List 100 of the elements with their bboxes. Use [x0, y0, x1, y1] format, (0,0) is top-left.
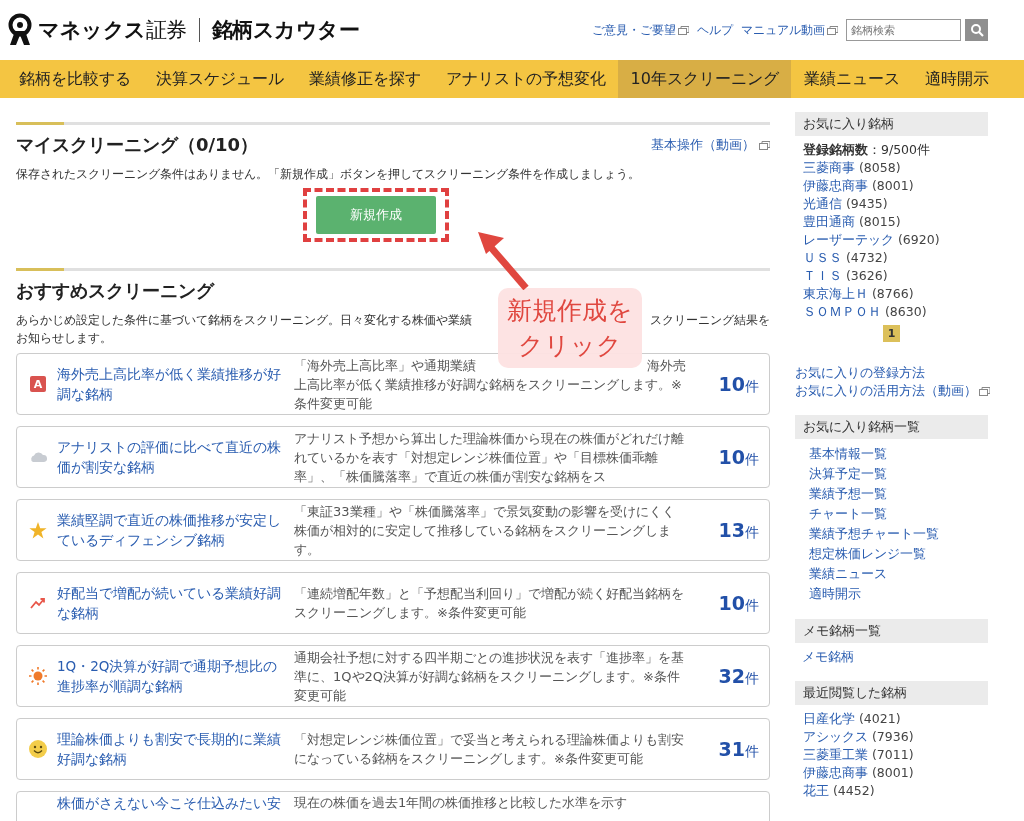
count-unit: 件	[745, 596, 759, 613]
stock-link[interactable]: 伊藤忠商事	[803, 178, 868, 193]
stock-code: (4732)	[846, 250, 888, 265]
screening-description: 「東証33業種」や「株価騰落率」で景気変動の影響を受けにくく株価が相対的に安定して推移している銘柄をスクリーニングします。	[294, 502, 676, 559]
stock-link[interactable]: 光通信	[803, 196, 842, 211]
count-unit: 件	[745, 742, 759, 759]
page-number[interactable]: 1	[883, 325, 900, 342]
search-button[interactable]	[965, 19, 988, 41]
empty-message: 保存されたスクリーニング条件はありません。「新規作成」ボタンを押してスクリーニング条件を作成しましょう。	[16, 166, 641, 183]
sidebar-link[interactable]: 決算予定一覧	[809, 466, 887, 481]
nav-tab[interactable]: 業績修正を探す	[296, 60, 433, 98]
nav-tab[interactable]: 業績ニュース	[791, 60, 913, 98]
screening-title-link[interactable]: 好配当で増配が続いている業績好調な銘柄	[57, 583, 282, 623]
nav-tab[interactable]: 銘柄を比較する	[6, 60, 143, 98]
stock-code: (8001)	[872, 178, 914, 193]
stock-link[interactable]: ＴＩＳ	[803, 268, 842, 283]
sidebar-link[interactable]: 想定株価レンジ一覧	[809, 546, 926, 561]
screening-card[interactable]: 理論株価よりも割安で長期的に業績好調な銘柄 「対想定レンジ株価位置」で妥当と考えられる理論株価よりも割安になっている銘柄をスクリーニングします。※条件変更可能 31件	[16, 718, 770, 780]
result-count: 13	[718, 518, 745, 541]
product-name: 銘柄スカウター	[211, 17, 359, 44]
screening-title-link[interactable]: 株価がさえない今こそ仕込みたい安	[57, 793, 282, 813]
header-link[interactable]: ヘルプ	[697, 21, 733, 39]
nav-tab[interactable]: 適時開示	[912, 60, 1002, 98]
sidebar-heading: メモ銘柄一覧	[795, 619, 988, 643]
screening-description: 「海外売上高比率」や通期業績	[294, 356, 476, 375]
stock-code: (4452)	[833, 783, 875, 798]
stock-link[interactable]: 日産化学	[803, 711, 855, 726]
screening-title-link[interactable]: アナリストの評価に比べて直近の株価が割安な銘柄	[57, 437, 282, 477]
smiley-icon	[29, 740, 47, 758]
count-unit: 件	[745, 450, 759, 467]
screening-card[interactable]: 1Q・2Q決算が好調で通期予想比の進捗率が順調な銘柄 通期会社予想に対する四半期ごとの進捗状況を表す「進捗率」を基準に、1Qや2Q決算が好調な銘柄をスクリーニングします。※条件変更可能 32件	[16, 645, 770, 707]
stock-code: (7011)	[872, 747, 914, 762]
stock-code: (8001)	[872, 765, 914, 780]
result-count: 31	[718, 737, 745, 760]
callout-note: 新規作成を クリック	[498, 288, 642, 368]
sidebar-heading: お気に入り銘柄一覧	[795, 415, 988, 439]
screening-title-link[interactable]: 海外売上高比率が低く業績推移が好調な銘柄	[57, 364, 282, 404]
stock-code: (8766)	[872, 286, 914, 301]
sidebar-heading: 最近閲覧した銘柄	[795, 681, 988, 705]
screening-description: 現在の株価を過去1年間の株価推移と比較した水準を示す	[294, 794, 629, 812]
stock-link[interactable]: レーザーテック	[803, 232, 894, 247]
nav-tab[interactable]: アナリストの予想変化	[433, 60, 618, 98]
screening-description: 「連続増配年数」と「予想配当利回り」で増配が続く好配当銘柄をスクリーニングします。※条件変更可能	[294, 585, 685, 622]
screening-card[interactable]: 好配当で増配が続いている業績好調な銘柄 「連続増配年数」と「予想配当利回り」で増配が続く好配当銘柄をスクリーニングします。※条件変更可能 10件	[16, 572, 770, 634]
screening-title-link[interactable]: 理論株価よりも割安で長期的に業績好調な銘柄	[57, 729, 282, 769]
nav-tab[interactable]: 決算スケジュール	[143, 60, 296, 98]
sidebar-heading: お気に入り銘柄	[795, 112, 988, 136]
sidebar-link[interactable]: 基本情報一覧	[809, 446, 887, 461]
stock-code: (6920)	[898, 232, 940, 247]
section-title: マイスクリーニング（0/10）	[16, 133, 259, 157]
stock-link[interactable]: 花王	[803, 783, 829, 798]
cloud-icon	[28, 450, 48, 464]
screening-description: 通期会社予想に対する四半期ごとの進捗状況を表す「進捗率」を基準に、1Qや2Q決算が好調な銘柄をスクリーニングします。※条件変更可能	[294, 648, 685, 705]
screening-description: 上高比率が低く業績推移が好調な銘柄をスクリーニングします。※条件変更可能	[294, 375, 683, 413]
help-link[interactable]: お気に入りの登録方法	[795, 365, 925, 380]
stock-link[interactable]: 豊田通商	[803, 214, 855, 229]
screening-title-link[interactable]: 業績堅調で直近の株価推移が安定しているディフェンシブ銘柄	[57, 510, 282, 550]
header-link[interactable]: ご意見・ご要望	[592, 21, 689, 39]
search-field[interactable]: 銘柄検索	[846, 19, 961, 41]
sidebar-link[interactable]: チャート一覧	[809, 506, 887, 521]
stock-link[interactable]: 東京海上Ｈ	[803, 286, 868, 301]
intro-text: お知らせします。	[16, 330, 112, 347]
result-count: 10	[718, 591, 745, 614]
stock-code: (4021)	[859, 711, 901, 726]
nav-tab[interactable]: 10年スクリーニング	[618, 60, 792, 98]
search-icon	[969, 23, 984, 37]
sidebar-link[interactable]: 業績予想一覧	[809, 486, 887, 501]
sidebar-link[interactable]: 業績予想チャート一覧	[809, 526, 939, 541]
stock-link[interactable]: 伊藤忠商事	[803, 765, 868, 780]
screening-card[interactable]: 株価がさえない今こそ仕込みたい安 現在の株価を過去1年間の株価推移と比較した水準を示す	[16, 791, 770, 821]
stock-link[interactable]: ＳＯＭＰＯＨ	[803, 304, 881, 319]
count-unit: 件	[745, 669, 759, 686]
stock-link[interactable]: 三菱重工業	[803, 747, 868, 762]
sidebar-link[interactable]: 業績ニュース	[809, 566, 887, 581]
sun-icon	[29, 667, 47, 685]
trend-up-icon	[30, 596, 46, 610]
stock-code: (8015)	[859, 214, 901, 229]
screening-description: 「対想定レンジ株価位置」で妥当と考えられる理論株価よりも割安になっている銘柄をスクリーニングします。※条件変更可能	[294, 731, 685, 768]
pointer-arrow	[478, 232, 529, 290]
stock-link[interactable]: アシックス	[803, 729, 868, 744]
sidebar-link[interactable]: メモ銘柄	[802, 649, 854, 664]
stock-link[interactable]: ＵＳＳ	[803, 250, 842, 265]
help-video-link[interactable]: 基本操作（動画）	[651, 136, 770, 154]
stock-code: (8630)	[885, 304, 927, 319]
count-unit: 件	[745, 377, 759, 394]
star-icon	[29, 521, 47, 539]
stock-code: (9435)	[846, 196, 888, 211]
help-link[interactable]: お気に入りの活用方法（動画）	[795, 383, 990, 398]
sidebar-link[interactable]: 適時開示	[809, 586, 861, 601]
section-title: おすすめスクリーニング	[16, 279, 214, 303]
screening-title-link[interactable]: 1Q・2Q決算が好調で通期予想比の進捗率が順調な銘柄	[57, 656, 282, 696]
stock-code: (8058)	[859, 160, 901, 175]
result-count: 10	[718, 372, 745, 395]
header-link[interactable]: マニュアル動画	[741, 21, 838, 39]
screening-description: アナリスト予想から算出した理論株価から現在の株価がどれだけ離れているかを表す「対想定レンジ株価位置」や「目標株価乖離率」、「株価騰落率」で直近の株価が割安な銘柄をス	[294, 429, 685, 486]
letter-badge-icon: A	[30, 376, 46, 392]
intro-text: スクリーニング結果を	[650, 312, 770, 329]
stock-code: (3626)	[846, 268, 888, 283]
stock-link[interactable]: 三菱商事	[803, 160, 855, 175]
result-count: 32	[718, 664, 745, 687]
